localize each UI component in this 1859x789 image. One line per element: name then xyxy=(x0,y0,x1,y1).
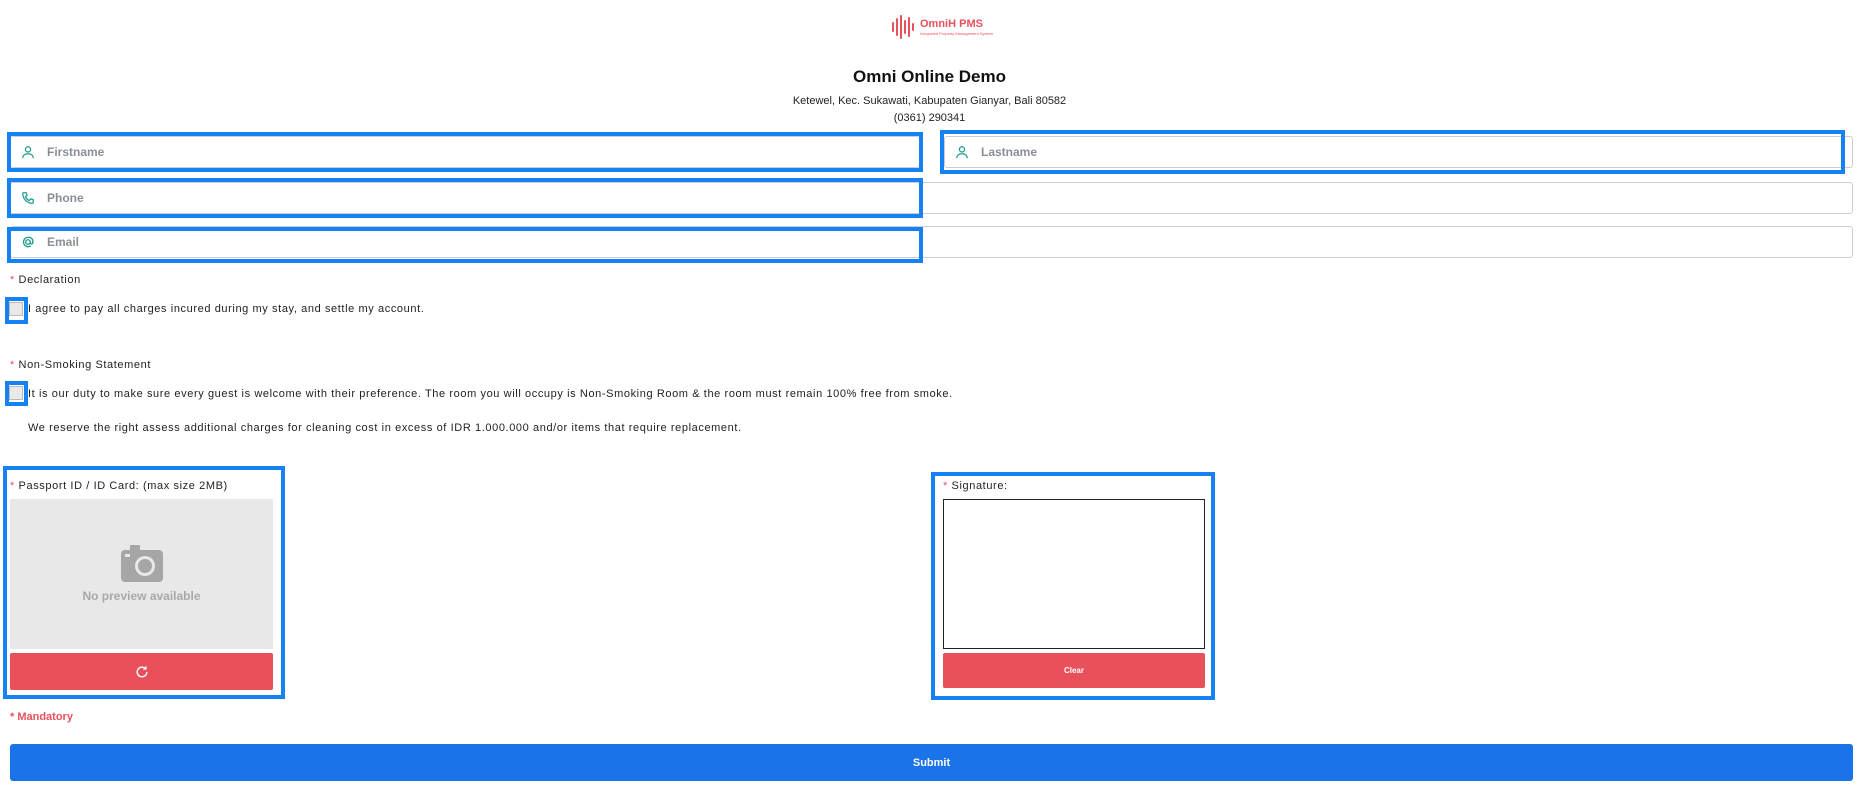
camera-icon xyxy=(120,545,163,582)
user-icon xyxy=(20,144,36,160)
mandatory-note: * Mandatory xyxy=(10,711,73,723)
firstname-input[interactable] xyxy=(45,136,919,168)
submit-button[interactable]: Submit xyxy=(10,744,1853,781)
signature-label: * Signature: xyxy=(943,480,1008,492)
passport-preview[interactable]: No preview available xyxy=(10,499,273,649)
logo-tagline: Integrated Property Management System xyxy=(920,30,994,36)
hotel-phone: (0361) 290341 xyxy=(893,112,966,124)
phone-icon xyxy=(20,190,36,206)
logo-name: OmniH PMS xyxy=(920,17,983,30)
non-smoking-checkbox[interactable] xyxy=(9,386,23,400)
logo-bars-icon xyxy=(892,15,914,39)
refresh-icon xyxy=(136,665,148,677)
user-icon xyxy=(954,144,970,160)
non-smoking-text: It is our duty to make sure every guest … xyxy=(28,388,953,400)
passport-label: * Passport ID / ID Card: (max size 2MB) xyxy=(10,480,228,492)
hotel-address: Ketewel, Kec. Sukawati, Kabupaten Gianya… xyxy=(792,95,1067,107)
declaration-heading: * Declaration xyxy=(10,274,81,286)
phone-field[interactable] xyxy=(10,182,1853,214)
declaration-text: I agree to pay all charges incured durin… xyxy=(28,303,425,315)
lastname-field[interactable] xyxy=(944,136,1853,168)
phone-input[interactable] xyxy=(45,182,1852,214)
preview-caption: No preview available xyxy=(82,589,201,603)
non-smoking-text-2: We reserve the right assess additional c… xyxy=(28,422,742,434)
clear-signature-button[interactable]: Clear xyxy=(943,653,1205,688)
declaration-checkbox[interactable] xyxy=(9,302,23,316)
at-icon xyxy=(20,234,36,250)
reload-passport-button[interactable] xyxy=(10,653,273,690)
page-title: Omni Online Demo xyxy=(852,67,1007,86)
firstname-field[interactable] xyxy=(10,136,920,168)
brand-logo: OmniH PMS Integrated Property Management… xyxy=(892,14,993,40)
email-input[interactable] xyxy=(45,226,1852,258)
signature-pad[interactable] xyxy=(943,499,1205,649)
email-field[interactable] xyxy=(10,226,1853,258)
lastname-input[interactable] xyxy=(979,136,1852,168)
non-smoking-heading: * Non-Smoking Statement xyxy=(10,359,151,371)
